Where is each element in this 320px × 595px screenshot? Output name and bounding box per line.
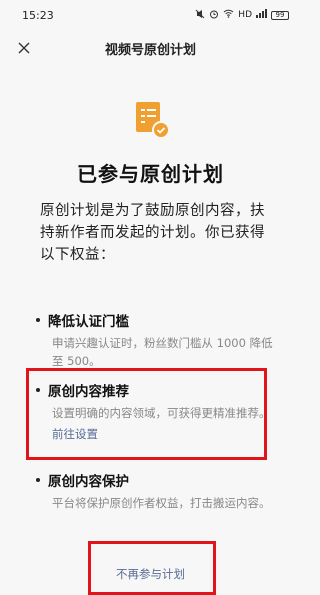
signal-icon <box>256 9 267 21</box>
intro-text: 原创计划是为了鼓励原创内容，扶持新作者而发起的计划。你已获得以下权益： <box>40 203 265 263</box>
battery-level: 99 <box>275 10 285 19</box>
nav-bar: 视频号原创计划 <box>0 30 301 66</box>
status-bar: 15:23 HD 99 <box>0 0 301 30</box>
benefit-title: 降低认证门槛 <box>48 314 129 330</box>
benefit-title: 原创内容推荐 <box>48 384 129 400</box>
page-title: 视频号原创计划 <box>104 42 196 58</box>
status-time: 15:23 <box>22 8 54 22</box>
bullet-dot <box>36 478 40 482</box>
benefit-content-protection: 原创内容保护 平台将保护原创作者权益，打击搬运内容。 <box>36 470 276 512</box>
benefit-title: 原创内容保护 <box>48 474 129 490</box>
quit-plan-link[interactable]: 不再参与计划 <box>0 566 301 582</box>
benefit-desc: 平台将保护原创作者权益，打击搬运内容。 <box>52 496 271 510</box>
benefit-lower-threshold: 降低认证门槛 申请兴趣认证时，粉丝数门槛从 1000 降低至 500。 <box>36 310 276 370</box>
benefit-desc: 设置明确的内容领域，可获得更精准推荐。 <box>52 406 271 420</box>
go-settings-link[interactable]: 前往设置 <box>52 426 276 442</box>
network-type: HD <box>238 10 252 20</box>
benefit-content-recommend: 原创内容推荐 设置明确的内容领域，可获得更精准推荐。 前往设置 <box>36 380 276 442</box>
status-icons: HD 99 <box>195 9 289 22</box>
hero-title: 已参与原创计划 <box>77 162 224 186</box>
mute-icon <box>195 9 205 22</box>
bullet-dot <box>36 318 40 322</box>
close-icon[interactable] <box>14 38 34 58</box>
battery-icon: 99 <box>271 10 289 20</box>
document-check-icon <box>134 100 170 140</box>
wifi-icon <box>223 9 234 21</box>
bullet-dot <box>36 388 40 392</box>
benefit-desc: 申请兴趣认证时，粉丝数门槛从 1000 降低至 500。 <box>52 336 273 368</box>
alarm-icon <box>209 9 219 22</box>
